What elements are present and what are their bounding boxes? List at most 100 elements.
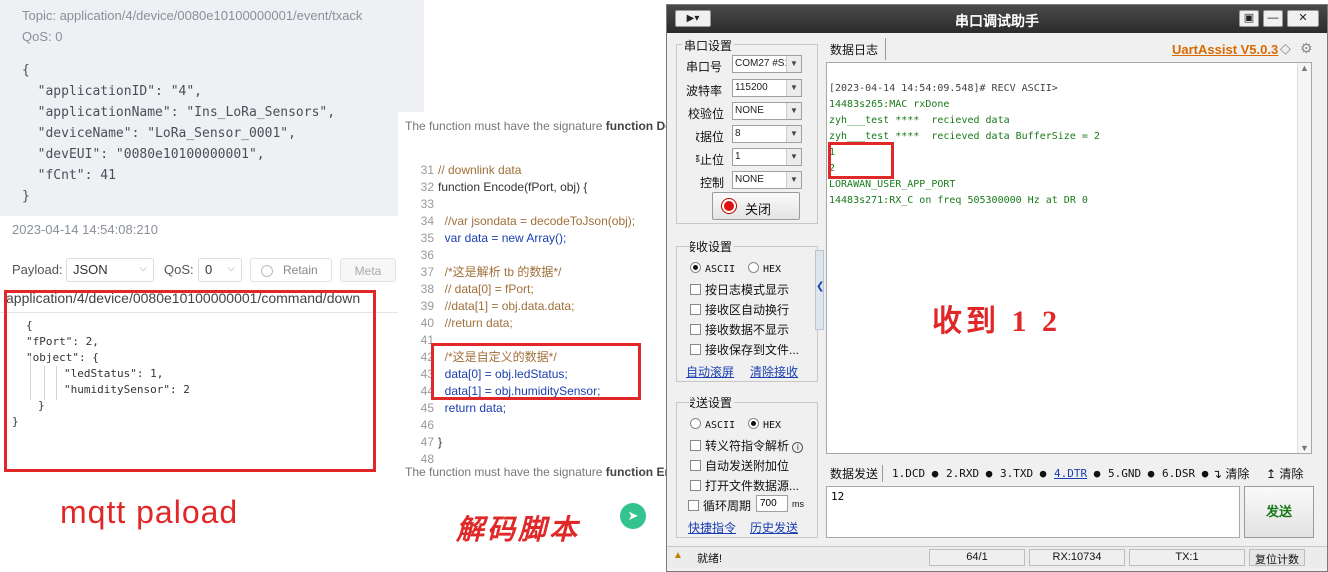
log-line: [2023-04-14 14:54:09.548]# RECV ASCII> bbox=[829, 83, 1058, 94]
message-qos: QoS: 0 bbox=[22, 29, 63, 44]
line-number: 31 bbox=[420, 163, 434, 177]
recv-hide-checkbox[interactable]: 接收数据不显示 bbox=[690, 321, 789, 338]
port-value: COM27 #S1 bbox=[735, 58, 791, 69]
brand-link[interactable]: UartAssist V5.0.3 bbox=[1172, 42, 1278, 57]
escape-parse-checkbox[interactable]: 转义符指令解析 i bbox=[690, 437, 804, 454]
baud-select[interactable]: 115200 ▼ bbox=[732, 79, 802, 97]
close-window-button[interactable]: ✕ bbox=[1287, 10, 1319, 27]
qos-select[interactable]: 0 ⌵ bbox=[198, 258, 242, 282]
payload-highlight-box bbox=[4, 290, 376, 472]
parity-value: NONE bbox=[735, 105, 764, 116]
cycle-checkbox[interactable]: 循环周期 bbox=[688, 497, 751, 514]
recv-save-file-checkbox[interactable]: 接收保存到文件... bbox=[690, 341, 799, 358]
reset-count-button[interactable]: 复位计数 bbox=[1249, 549, 1305, 566]
port-select[interactable]: COM27 #S1 ▼ bbox=[732, 55, 802, 73]
line-number: 47 bbox=[420, 435, 434, 449]
checkbox-icon bbox=[690, 344, 701, 355]
ready-icon: ▲ bbox=[673, 550, 683, 561]
dtr-toggle[interactable]: 4.DTR ● bbox=[1054, 467, 1100, 480]
shortcut-commands-link[interactable]: 快捷指令 bbox=[688, 519, 736, 536]
meta-button[interactable]: Meta bbox=[340, 258, 396, 282]
clear-all-button[interactable]: ↥ 清除 bbox=[1266, 465, 1303, 482]
tab-data-log[interactable]: 数据日志 bbox=[826, 38, 886, 60]
radio-icon bbox=[690, 418, 701, 429]
minimize-button[interactable]: — bbox=[1263, 10, 1283, 27]
baud-label: 波特率 bbox=[686, 84, 723, 98]
recv-log-mode-checkbox[interactable]: 按日志模式显示 bbox=[690, 281, 789, 298]
databits-value: 8 bbox=[735, 128, 741, 139]
databits-label: 数据位 bbox=[696, 130, 724, 144]
scroll-down-icon[interactable]: ▼ bbox=[1300, 443, 1309, 453]
recv-hex-radio[interactable]: HEX bbox=[748, 262, 781, 275]
code-line: //data[1] = obj.data.data; bbox=[438, 299, 575, 313]
checkbox-icon bbox=[690, 440, 701, 451]
gear-icon[interactable]: ⚙ bbox=[1300, 40, 1313, 57]
chevron-left-icon: ❮ bbox=[816, 281, 825, 292]
line-number: 46 bbox=[420, 418, 434, 432]
send-message-button[interactable]: ➤ bbox=[620, 503, 646, 529]
log-line: LORAWAN_USER_APP_PORT bbox=[829, 179, 956, 190]
received-message-card: Topic: application/4/device/0080e1010000… bbox=[0, 0, 424, 216]
databits-select[interactable]: 8 ▼ bbox=[732, 125, 802, 143]
chevron-down-icon: ▼ bbox=[786, 56, 801, 72]
message-timestamp: 2023-04-14 14:54:08:210 bbox=[12, 222, 159, 237]
baud-value: 115200 bbox=[735, 82, 768, 93]
radio-icon bbox=[748, 418, 759, 429]
send-toolbar: 数据发送 1.DCD ● 2.RXD ● 3.TXD ● 4.DTR ● 5.G… bbox=[826, 462, 1324, 484]
retain-toggle[interactable]: Retain bbox=[250, 258, 332, 282]
decoder-script-panel: The function must have the signature fun… bbox=[398, 112, 673, 546]
send-button[interactable]: 发送 bbox=[1244, 486, 1314, 538]
line-number: 44 bbox=[420, 384, 434, 398]
signature-function: function Deco bbox=[605, 119, 673, 133]
send-ascii-radio[interactable]: ASCII bbox=[690, 418, 735, 431]
checkbox-icon bbox=[690, 460, 701, 471]
payload-format-select[interactable]: JSON ⌵ bbox=[66, 258, 154, 282]
cycle-period-input[interactable]: 700 bbox=[756, 495, 788, 512]
code-line: var data = new Array(); bbox=[438, 231, 567, 245]
parity-label: 校验位 bbox=[687, 107, 724, 121]
qos-label: QoS: bbox=[164, 262, 194, 277]
clear-receive-link[interactable]: 清除接收 bbox=[750, 363, 798, 380]
code-editor[interactable]: // downlink data function Encode(fPort, o… bbox=[438, 162, 666, 468]
send-hex-radio[interactable]: HEX bbox=[748, 418, 781, 431]
stopbits-select[interactable]: 1 ▼ bbox=[732, 148, 802, 166]
line-number: 37 bbox=[420, 265, 434, 279]
pin-button[interactable]: ▣ bbox=[1239, 10, 1259, 27]
line-number: 40 bbox=[420, 316, 434, 330]
auto-append-checkbox[interactable]: 自动发送附加位 bbox=[690, 457, 789, 474]
clear-send-button[interactable]: ↴ 清除 bbox=[1212, 465, 1249, 482]
radio-icon bbox=[748, 262, 759, 273]
log-scrollbar[interactable]: ▲ ▼ bbox=[1297, 63, 1311, 453]
log-line: zyh___test **** recieved data bbox=[829, 115, 1010, 126]
checkbox-icon bbox=[690, 304, 701, 315]
code-line: /*这是解析 tb 的数据*/ bbox=[438, 265, 562, 279]
scroll-up-icon[interactable]: ▲ bbox=[1300, 63, 1309, 73]
radio-icon bbox=[690, 262, 701, 273]
close-icon: ✕ bbox=[1298, 12, 1308, 24]
flow-select[interactable]: NONE ▼ bbox=[732, 171, 802, 189]
checkbox-icon bbox=[690, 284, 701, 295]
recv-autowrap-checkbox[interactable]: 接收区自动换行 bbox=[690, 301, 789, 318]
info-icon[interactable]: i bbox=[792, 442, 804, 453]
recv-ascii-radio[interactable]: ASCII bbox=[690, 262, 735, 275]
stopbits-label: 停止位 bbox=[696, 153, 724, 167]
autoscroll-link[interactable]: 自动滚屏 bbox=[686, 363, 734, 380]
send-history-link[interactable]: 历史发送 bbox=[750, 519, 798, 536]
chevron-down-icon: ▼ bbox=[786, 149, 801, 165]
parity-select[interactable]: NONE ▼ bbox=[732, 102, 802, 120]
file-source-checkbox[interactable]: 打开文件数据源... bbox=[690, 477, 799, 494]
close-port-button[interactable]: 关闭 bbox=[712, 192, 800, 220]
signature-hint-bottom: The function must have the signature fun… bbox=[405, 465, 673, 479]
gnd-indicator: 5.GND ● bbox=[1108, 467, 1155, 480]
code-line: // downlink data bbox=[438, 163, 522, 177]
dsr-indicator: 6.DSR ● bbox=[1162, 467, 1209, 480]
signature-prefix: The function must have the signature bbox=[405, 119, 606, 133]
pin-icon: ▣ bbox=[1243, 12, 1255, 24]
tab-data-send[interactable]: 数据发送 bbox=[830, 465, 884, 482]
qos-value: 0 bbox=[205, 262, 213, 277]
send-input[interactable]: 12 bbox=[826, 486, 1240, 538]
panel-collapse-handle[interactable]: ❮ bbox=[815, 250, 824, 330]
diamond-icon[interactable]: ◇ bbox=[1280, 40, 1291, 57]
receive-log-area[interactable]: [2023-04-14 14:54:09.548]# RECV ASCII> 14… bbox=[826, 62, 1312, 454]
